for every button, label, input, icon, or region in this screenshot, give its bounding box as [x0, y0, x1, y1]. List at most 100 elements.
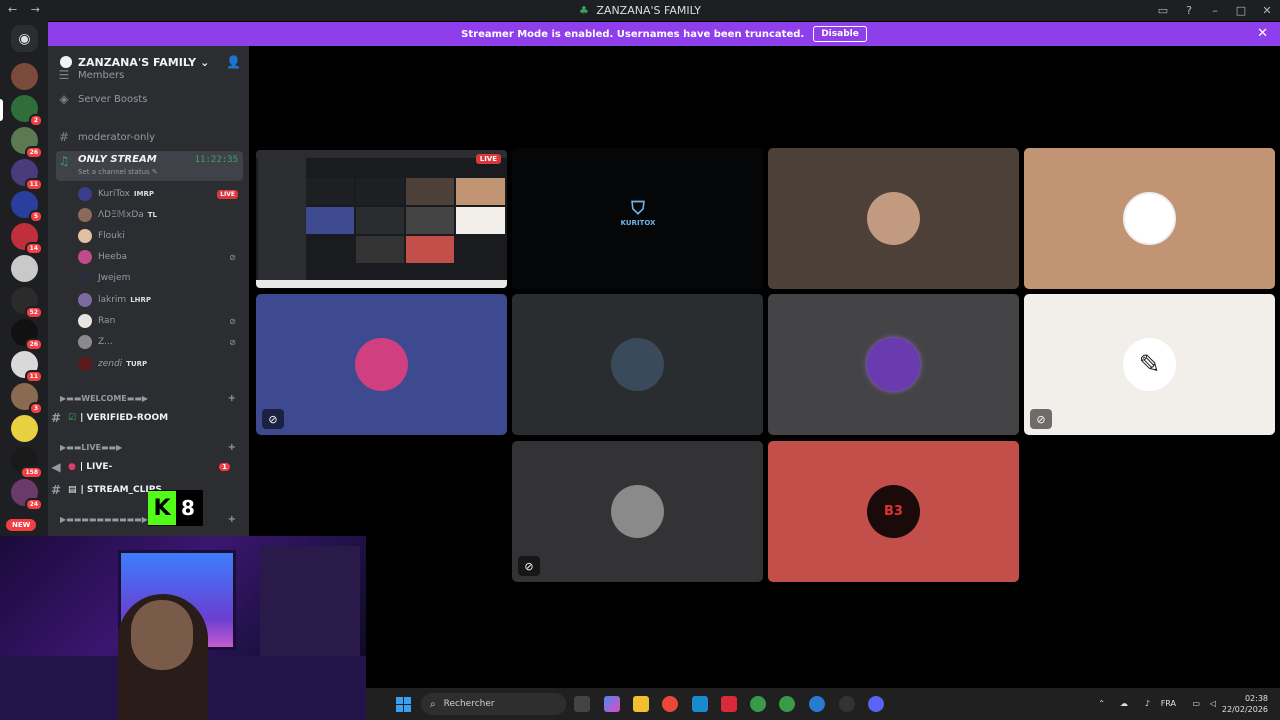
obs-icon[interactable]: [839, 696, 855, 712]
discord-logo-icon: ◉: [18, 30, 31, 47]
server-icon[interactable]: 11: [11, 159, 43, 191]
channel-stream-clips[interactable]: # ▤ | STREAM_CLIPS: [48, 483, 238, 497]
disable-streamer-mode-button[interactable]: Disable: [813, 26, 867, 42]
checkmark-icon: ☑: [68, 413, 77, 423]
server-icon[interactable]: 11: [11, 351, 43, 383]
video-tile[interactable]: [768, 148, 1019, 289]
network-icon[interactable]: ▭: [1192, 699, 1200, 708]
new-badge[interactable]: NEW: [6, 519, 37, 531]
clock[interactable]: 02:38 22/02/2026: [1222, 693, 1268, 715]
share-sidebar: [258, 156, 306, 286]
inbox-icon[interactable]: ▭: [1150, 4, 1176, 17]
avatar: [611, 338, 664, 391]
video-tile[interactable]: ✎ ⊘: [1024, 294, 1275, 435]
share-tile: [456, 207, 505, 234]
maximize-button[interactable]: □: [1228, 4, 1254, 17]
chrome-icon[interactable]: [662, 696, 678, 712]
active-server-pill: [0, 99, 3, 121]
server-icon[interactable]: 24: [11, 479, 43, 511]
share-tile: [406, 178, 454, 205]
mention-badge: 24: [24, 498, 43, 511]
server-icon[interactable]: [11, 255, 38, 282]
tray-cloud-icon[interactable]: ☁: [1120, 699, 1128, 708]
share-tile: [356, 178, 404, 205]
channel-only-stream[interactable]: ♫ ONLY STREAM 11:22:35 Set a channel sta…: [56, 151, 243, 181]
server-icon[interactable]: 5: [11, 191, 43, 223]
chrome-profile-icon[interactable]: [779, 696, 795, 712]
copilot-icon[interactable]: [604, 696, 620, 712]
server-icon[interactable]: 3: [11, 383, 43, 415]
close-banner-icon[interactable]: ✕: [1257, 26, 1268, 41]
server-icon[interactable]: 2: [11, 95, 43, 127]
category-live[interactable]: ▶▬▬LIVE▬▬▶ +: [60, 442, 240, 453]
help-icon[interactable]: ?: [1176, 4, 1202, 17]
video-tile[interactable]: ⊘: [512, 441, 763, 582]
mention-badge: 11: [24, 178, 43, 191]
category-welcome[interactable]: ▶▬▬WELCOME▬▬▶ +: [60, 393, 240, 404]
minimize-button[interactable]: –: [1202, 4, 1228, 17]
add-channel-icon[interactable]: +: [228, 514, 236, 525]
red-dot-icon: ●: [68, 462, 76, 472]
server-boosts-item[interactable]: ◈ Server Boosts: [56, 89, 243, 109]
avatar: [1123, 192, 1176, 245]
voice-user-name: Flouki: [98, 231, 125, 241]
channel-status[interactable]: Set a channel status ✎: [78, 168, 158, 176]
close-window-button[interactable]: ✕: [1254, 4, 1280, 17]
volume-icon[interactable]: ◁: [1210, 699, 1216, 708]
language-indicator[interactable]: FRA: [1161, 699, 1176, 708]
avatar: [867, 192, 920, 245]
window-title-text: ZANZANA'S FAMILY: [596, 4, 701, 17]
members-item[interactable]: ☰ Members: [56, 68, 243, 82]
server-icon[interactable]: 26: [11, 127, 43, 159]
app-icon[interactable]: [721, 696, 737, 712]
server-icon[interactable]: 14: [11, 223, 43, 255]
microphone-icon[interactable]: ♪: [1145, 699, 1150, 708]
channel-moderator-only[interactable]: # moderator-only: [56, 127, 243, 147]
task-view-icon[interactable]: [574, 696, 590, 712]
kick-logo: K 8: [148, 490, 203, 526]
video-tile[interactable]: ⊘: [256, 294, 507, 435]
server-icon[interactable]: 52: [11, 287, 43, 319]
voice-user[interactable]: Ran ⊘: [78, 312, 240, 330]
share-tile: [456, 178, 505, 205]
chrome-profile-icon[interactable]: [809, 696, 825, 712]
voice-user[interactable]: Jwejem: [78, 269, 240, 287]
voice-user[interactable]: Heeba ⊘: [78, 248, 240, 266]
voice-user-name: Ran: [98, 316, 116, 326]
voice-user[interactable]: zendi TURP: [78, 355, 240, 373]
video-tile[interactable]: [512, 294, 763, 435]
tray-chevron-icon[interactable]: ⌃: [1098, 699, 1105, 708]
direct-messages-button[interactable]: ◉: [11, 25, 38, 52]
invite-people-icon[interactable]: 👤: [226, 55, 241, 69]
outlook-icon[interactable]: [692, 696, 708, 712]
kuritox-label: KURITOX: [620, 219, 656, 227]
server-list: ◉ 2 26 11 5 14 52 26 11 3 158 24 NEW: [0, 21, 48, 536]
voice-user[interactable]: KuriTox IMRP LIVE: [78, 185, 240, 203]
video-tile[interactable]: ⛉ KURITOX: [512, 148, 763, 289]
avatar: [867, 338, 920, 391]
add-channel-icon[interactable]: +: [228, 393, 236, 404]
server-icon[interactable]: [11, 63, 38, 90]
taskbar-search[interactable]: ⌕ Rechercher: [421, 693, 566, 715]
server-icon[interactable]: 26: [11, 319, 43, 351]
voice-user-name: zendi: [98, 359, 123, 369]
video-tile[interactable]: [1024, 148, 1275, 289]
discord-taskbar-icon[interactable]: [868, 696, 884, 712]
channel-live[interactable]: ◀ ● | LIVE- 1: [48, 460, 238, 474]
voice-user[interactable]: Z... ⊘: [78, 333, 240, 351]
server-icon[interactable]: 158: [11, 447, 43, 479]
windows-start-icon[interactable]: [396, 697, 411, 712]
voice-user-name: Jwejem: [98, 273, 131, 283]
add-channel-icon[interactable]: +: [228, 442, 236, 453]
channel-verified-room[interactable]: # ☑ | VERIFIED-ROOM: [48, 411, 238, 425]
voice-user[interactable]: lakrim LHRP: [78, 291, 240, 309]
video-tile[interactable]: [768, 294, 1019, 435]
server-icon[interactable]: [11, 415, 38, 442]
chrome-profile-icon[interactable]: [750, 696, 766, 712]
screen-share-tile[interactable]: LIVE: [256, 150, 507, 288]
share-tile: [356, 236, 404, 263]
voice-user[interactable]: Flouki: [78, 227, 240, 245]
voice-user[interactable]: ΛDΞ𝕄xDa TL: [78, 206, 240, 224]
file-explorer-icon[interactable]: [633, 696, 649, 712]
video-tile[interactable]: B3: [768, 441, 1019, 582]
